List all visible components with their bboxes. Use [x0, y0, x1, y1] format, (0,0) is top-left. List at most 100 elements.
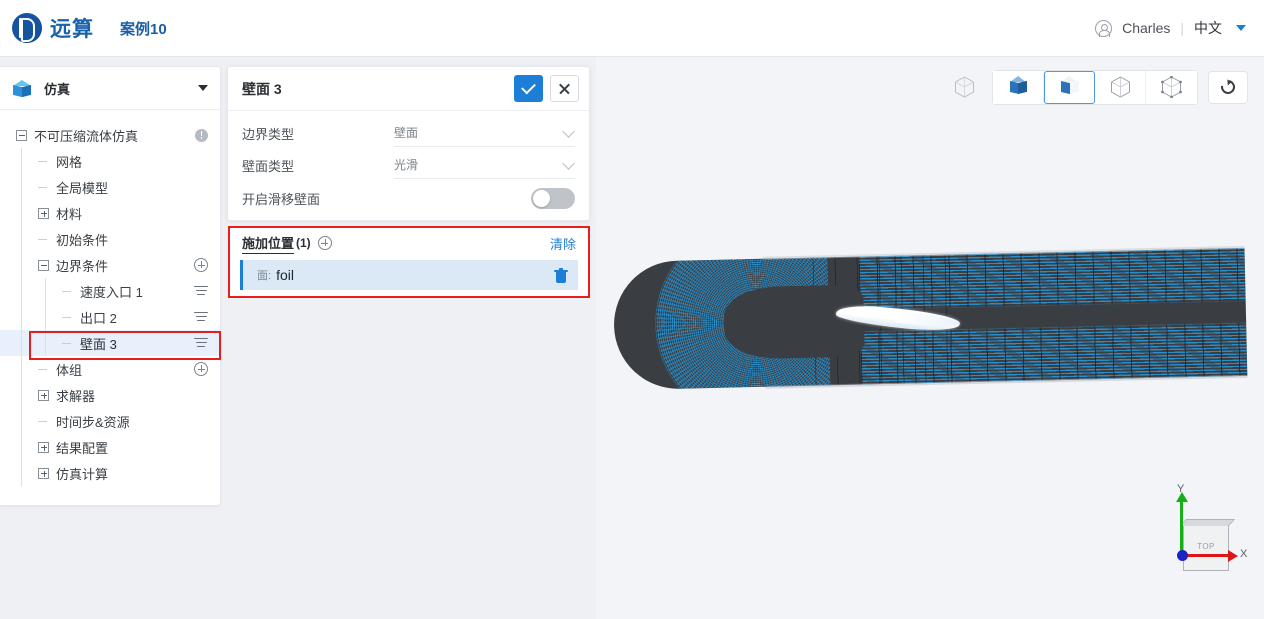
reset-view-button[interactable]	[1208, 70, 1248, 104]
tree-guide-line	[21, 174, 22, 200]
cube-wire-icon	[1110, 76, 1131, 98]
cube-outline-standalone-button[interactable]	[946, 69, 982, 105]
tree-item-label: 求解器	[56, 388, 96, 404]
list-lines-icon[interactable]	[194, 285, 208, 297]
tree-item-label: 初始条件	[56, 232, 109, 248]
tree-item-action[interactable]	[195, 128, 208, 142]
user-name[interactable]: Charles	[1122, 20, 1170, 36]
tree-item-action[interactable]	[194, 258, 208, 272]
cube-outline-icon	[954, 76, 975, 98]
panel-header: 壁面 3	[228, 67, 589, 111]
tree-item-12[interactable]: 结果配置	[0, 434, 220, 460]
tree-item-action[interactable]	[194, 337, 208, 349]
expand-icon[interactable]	[38, 467, 49, 479]
trash-icon[interactable]	[554, 267, 568, 283]
confirm-button[interactable]	[514, 75, 543, 102]
tree-item-10[interactable]: 求解器	[0, 382, 220, 408]
apply-location-section: 施加位置 (1) 清除 面: foil	[228, 226, 590, 298]
tree-branch-stub-icon	[38, 182, 49, 193]
tree-guide-line	[45, 304, 46, 330]
tree-item-label: 不可压缩流体仿真	[34, 128, 139, 144]
tree-item-label: 出口 2	[80, 310, 117, 326]
tree-item-label: 体组	[56, 362, 83, 378]
select-0[interactable]: 壁面	[394, 119, 575, 147]
chevron-down-icon[interactable]	[562, 125, 575, 138]
brand[interactable]: 远算	[12, 13, 94, 43]
view-points-button[interactable]	[1146, 70, 1197, 104]
axis-gizmo[interactable]: Y X TOP	[1156, 483, 1252, 593]
expand-icon[interactable]	[38, 389, 49, 401]
list-item[interactable]: 面: foil	[240, 260, 578, 290]
list-lines-icon[interactable]	[194, 337, 208, 349]
tree-item-9[interactable]: 体组	[0, 356, 220, 382]
divider: |	[1180, 20, 1184, 36]
form-row-1: 壁面类型 光滑	[242, 149, 575, 181]
expand-icon[interactable]	[38, 441, 49, 453]
axis-arrow-x	[1182, 549, 1238, 562]
language-label[interactable]: 中文	[1194, 18, 1222, 38]
view-surface-button[interactable]	[1044, 70, 1095, 104]
tree-item-0[interactable]: 不可压缩流体仿真	[0, 122, 220, 148]
tree-guide-line	[21, 278, 22, 304]
tree-item-4[interactable]: 初始条件	[0, 226, 220, 252]
tree-guide-line	[21, 304, 22, 330]
tree-item-3[interactable]: 材料	[0, 200, 220, 226]
cube-solid-icon	[1008, 76, 1029, 98]
tree-guide-line	[21, 148, 22, 174]
panel-title: 壁面 3	[242, 80, 282, 97]
case-name[interactable]: 案例10	[120, 18, 167, 39]
tree-item-5[interactable]: 边界条件	[0, 252, 220, 278]
tree-guide-line	[45, 330, 46, 356]
tree-guide-line	[21, 460, 22, 486]
tree-guide-line	[21, 434, 22, 460]
slip-wall-label: 开启滑移壁面	[242, 191, 321, 207]
slip-wall-toggle[interactable]	[531, 187, 575, 209]
tree-item-6[interactable]: 速度入口 1	[0, 278, 220, 304]
tree-item-2[interactable]: 全局模型	[0, 174, 220, 200]
simulation-tree: 不可压缩流体仿真网格全局模型 材料初始条件边界条件 速度入口 1 出口 2 壁面 3 体组…	[0, 110, 220, 496]
caret-down-icon[interactable]	[198, 85, 208, 91]
collapse-icon[interactable]	[16, 129, 27, 141]
tree-item-label: 壁面 3	[80, 336, 117, 352]
3d-viewport[interactable]: Y X TOP	[596, 57, 1264, 619]
tree-item-action[interactable]	[194, 362, 208, 376]
tree-item-action[interactable]	[194, 311, 208, 323]
tree-item-label: 网格	[56, 154, 83, 170]
caret-down-icon[interactable]	[1236, 25, 1246, 31]
tree-guide-line	[21, 226, 22, 252]
tree-item-8[interactable]: 壁面 3	[0, 330, 220, 356]
tree-branch-stub-icon	[38, 234, 49, 245]
chevron-down-icon[interactable]	[562, 157, 575, 170]
list-lines-icon[interactable]	[194, 311, 208, 323]
select-1[interactable]: 光滑	[394, 151, 575, 179]
expand-icon[interactable]	[38, 207, 49, 219]
plus-circle-icon[interactable]	[194, 362, 208, 376]
cancel-button[interactable]	[550, 75, 579, 102]
tree-guide-line	[21, 200, 22, 226]
collapse-icon[interactable]	[38, 259, 49, 271]
plus-circle-icon[interactable]	[317, 236, 332, 250]
logo-icon	[12, 13, 42, 43]
view-solid-button[interactable]	[993, 70, 1044, 104]
tree-item-7[interactable]: 出口 2	[0, 304, 220, 330]
view-wireframe-button[interactable]	[1095, 70, 1146, 104]
tree-guide-line	[45, 278, 46, 304]
select-value: 壁面	[394, 126, 419, 140]
clear-button[interactable]: 清除	[550, 234, 576, 253]
sidebar-header[interactable]: 仿真	[0, 67, 220, 110]
panel-actions	[514, 75, 579, 102]
view-cube[interactable]: TOP	[1183, 525, 1229, 571]
tree-item-label: 结果配置	[56, 440, 109, 456]
tree-item-action[interactable]	[194, 285, 208, 297]
refresh-icon	[1218, 77, 1238, 97]
boundary-property-panel: 壁面 3 边界类型 壁面 壁面类型 光滑 开启滑移壁面	[227, 66, 590, 221]
tree-branch-stub-icon	[38, 416, 49, 427]
tree-item-11[interactable]: 时间步&资源	[0, 408, 220, 434]
tree-item-13[interactable]: 仿真计算	[0, 460, 220, 486]
cfd-mesh-model[interactable]	[612, 245, 1248, 391]
tree-guide-line	[21, 408, 22, 434]
axis-arrow-y	[1175, 492, 1188, 556]
tree-item-1[interactable]: 网格	[0, 148, 220, 174]
plus-circle-icon[interactable]	[194, 258, 208, 272]
tree-branch-stub-icon	[38, 156, 49, 167]
